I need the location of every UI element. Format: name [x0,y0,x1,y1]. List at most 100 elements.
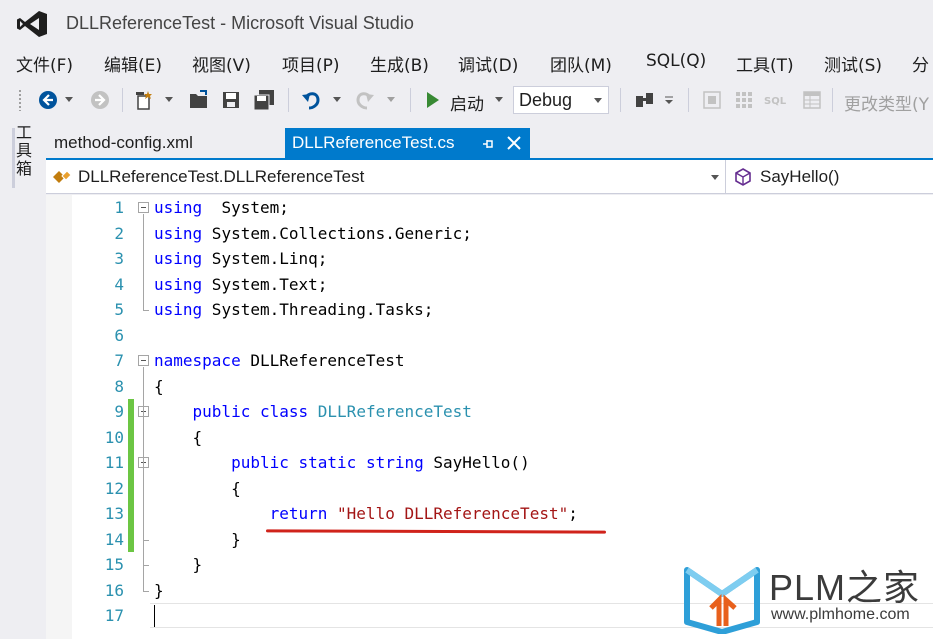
member-scope-dropdown[interactable]: SayHello() [728,160,933,194]
navigate-forward-button[interactable] [88,87,112,113]
change-marker [128,501,134,527]
code-text: } [154,527,241,553]
menu-test[interactable]: 测试(S) [824,51,882,76]
method-icon [735,168,751,186]
toolbar-overflow-dropdown[interactable] [662,87,676,113]
code-text: using System.Collections.Generic; [154,221,472,247]
code-line[interactable]: 10 { [46,424,933,451]
collapse-toggle-icon[interactable] [138,202,149,213]
find-in-files-button[interactable] [632,87,658,113]
line-number: 12 [104,478,124,498]
solution-configuration-select[interactable]: Debug [513,86,609,114]
start-debugging-button[interactable] [422,87,444,113]
code-token: { [154,427,203,447]
pin-icon[interactable] [481,137,495,151]
code-token: } [154,580,164,600]
toolbar-separator [832,88,833,112]
designer-button-1[interactable] [700,87,724,113]
undo-dropdown[interactable] [330,87,344,113]
navigate-back-button[interactable] [36,87,60,113]
save-button[interactable] [218,87,244,113]
tab-dllreferencetest-cs[interactable]: DLLReferenceTest.cs [285,128,530,158]
code-text: using System.Linq; [154,246,327,272]
close-icon[interactable] [505,134,523,152]
code-text: using System.Threading.Tasks; [154,297,433,323]
new-project-button[interactable] [132,87,158,113]
code-token: { [154,376,164,396]
code-text: { [154,374,164,400]
code-line[interactable]: 5 using System.Threading.Tasks; [46,297,933,323]
open-file-button[interactable] [186,87,212,113]
code-line[interactable]: 9 public class DLLReferenceTest [46,399,933,425]
code-token: DLLReferenceTest [240,351,405,370]
tab-method-config-xml[interactable]: method-config.xml [46,128,201,158]
line-number: 14 [104,529,124,549]
toolbar-separator [410,88,411,112]
code-line[interactable]: 2 using System.Collections.Generic; [46,221,933,247]
line-number: 10 [104,427,124,447]
dropdown-arrow-icon [495,97,503,102]
code-line[interactable]: 3 using System.Linq; [46,246,933,272]
menu-debug[interactable]: 调试(D) [458,51,518,76]
designer-button-2[interactable] [732,87,756,113]
code-line[interactable]: 8{ [46,374,933,400]
code-text: } [154,578,164,604]
keyword-token: string [365,453,424,472]
menu-file[interactable]: 文件(F) [16,51,73,76]
new-project-dropdown[interactable] [162,87,176,113]
tab-label: method-config.xml [54,133,193,152]
code-text: using System; [154,195,289,221]
change-marker [128,450,134,476]
dropdown-arrow-icon [65,97,73,102]
code-line[interactable]: 6 [46,323,933,349]
menu-build[interactable]: 生成(B) [370,51,429,76]
new-project-icon [136,91,152,110]
class-icon [53,170,72,183]
sql-button[interactable]: SQL [762,87,790,113]
start-label[interactable]: 启动 [450,90,484,115]
collapse-toggle-icon[interactable] [138,355,149,366]
menu-edit[interactable]: 编辑(E) [104,51,162,76]
undo-button[interactable] [298,87,324,113]
save-all-button[interactable] [250,87,278,113]
keyword-token: using [154,300,203,319]
menu-team[interactable]: 团队(M) [550,51,612,76]
menu-bar: 文件(F) 编辑(E) 视图(V) 项目(P) 生成(B) 调试(D) 团队(M… [0,48,933,76]
code-line[interactable]: 7 namespace DLLReferenceTest [46,348,933,374]
title-bar: DLLReferenceTest - Microsoft Visual Stud… [0,0,933,48]
configuration-value: Debug [519,90,573,110]
code-line[interactable]: 12 { [46,475,933,502]
code-line[interactable]: 1 using System; [46,195,933,221]
menu-view[interactable]: 视图(V) [192,51,251,76]
keyword-token: public [231,453,289,472]
type-scope-dropdown[interactable]: DLLReferenceTest.DLLReferenceTest [46,160,726,194]
toolbar-separator [620,88,621,112]
redo-dropdown[interactable] [384,87,398,113]
code-text: { [154,476,241,502]
change-marker [128,475,134,501]
navigation-bar: DLLReferenceTest.DLLReferenceTest SayHel… [46,160,933,194]
code-text: { [154,425,203,451]
code-line[interactable]: 4 using System.Text; [46,272,933,298]
change-type-button[interactable]: 更改类型(Y [844,90,929,115]
code-line[interactable]: 11 public static string SayHello() [46,450,933,476]
toolbox-tab-label[interactable]: 工具箱 [16,124,34,178]
menu-analyze[interactable]: 分 [912,51,929,76]
code-line[interactable]: 13 return "Hello DLLReferenceTest"; [46,501,933,527]
toolbar-separator [122,88,123,112]
keyword-token: using [154,223,203,243]
menu-sql[interactable]: SQL(Q) [646,51,706,71]
redo-button[interactable] [352,87,378,113]
back-dropdown[interactable] [62,87,76,113]
start-dropdown[interactable] [492,87,506,113]
document-tab-strip: method-config.xml DLLReferenceTest.cs [46,128,933,158]
dropdown-arrow-icon [333,97,341,102]
line-number: 13 [104,504,124,523]
toolbar-grip[interactable] [18,89,22,111]
line-number: 11 [104,453,124,472]
designer-button-3[interactable] [800,87,824,113]
menu-tools[interactable]: 工具(T) [736,51,794,76]
menu-project[interactable]: 项目(P) [282,51,340,76]
